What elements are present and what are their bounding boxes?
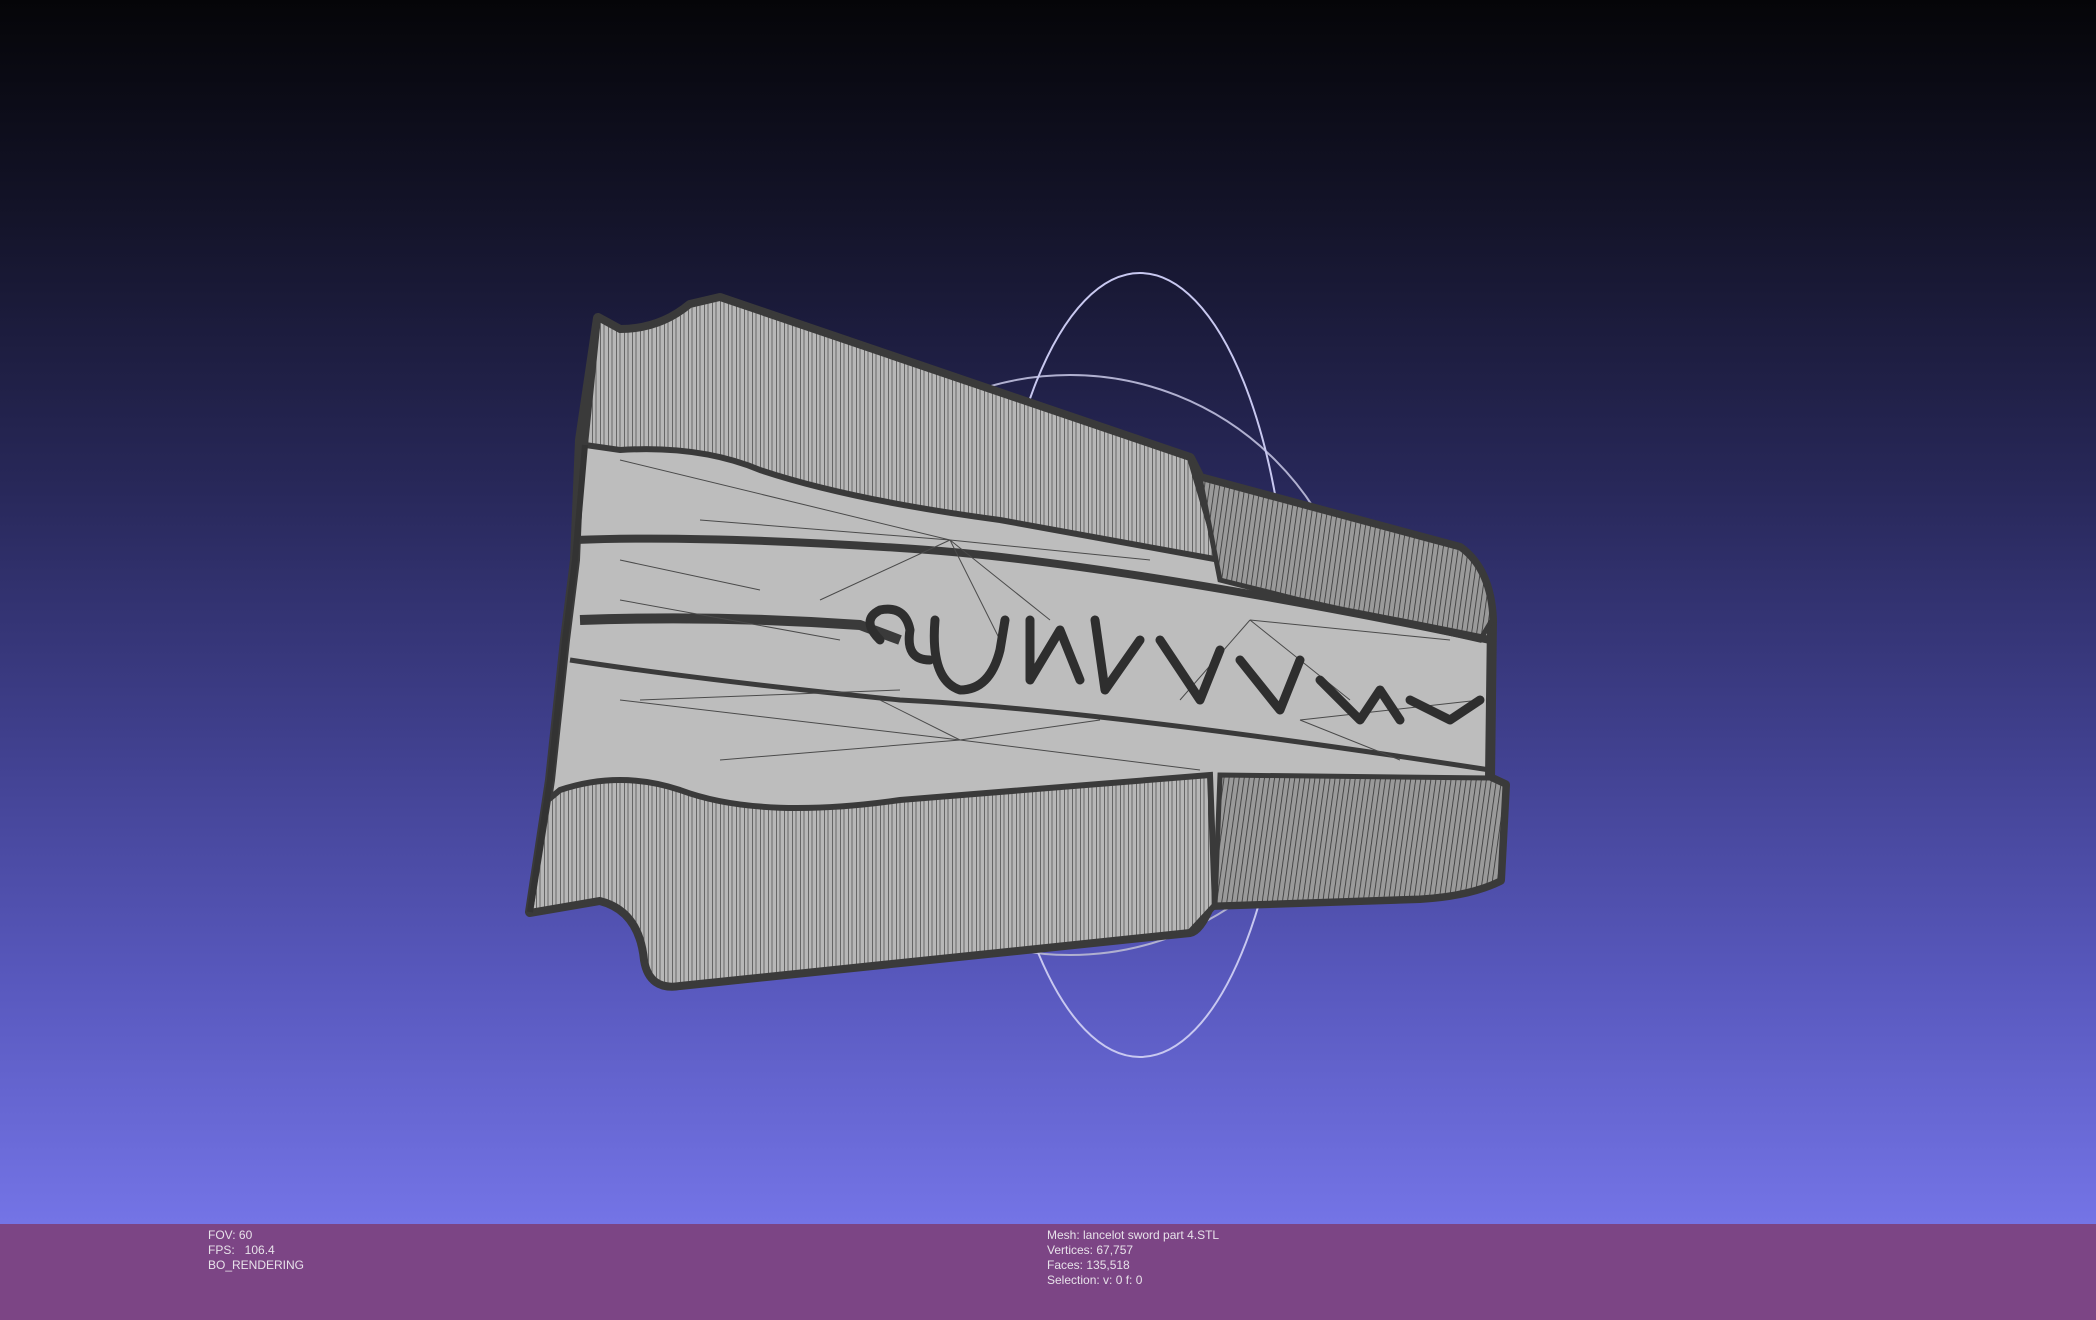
- 3d-viewport[interactable]: [0, 0, 2096, 1224]
- render-mode-label: BO_RENDERING: [208, 1258, 305, 1272]
- status-info-bar: FOV: 60 FPS: 106.4 BO_RENDERING Mesh: la…: [0, 1224, 2096, 1320]
- faces-label: Faces: 135,518: [1047, 1258, 1130, 1272]
- mesh-name-label: Mesh: lancelot sword part 4.STL: [1047, 1228, 1220, 1242]
- mesh-scene[interactable]: [0, 0, 2096, 1224]
- mesh-bottom-band: [526, 771, 1219, 989]
- vertices-label: Vertices: 67,757: [1047, 1243, 1134, 1257]
- selection-label: Selection: v: 0 f: 0: [1047, 1273, 1143, 1287]
- fps-label: FPS: 106.4: [208, 1243, 275, 1257]
- fov-label: FOV: 60: [208, 1228, 253, 1242]
- mesh-bottom-right-band: [1212, 772, 1508, 908]
- mesh-info: Mesh: lancelot sword part 4.STL Vertices…: [1047, 1228, 1219, 1288]
- render-info: FOV: 60 FPS: 106.4 BO_RENDERING: [208, 1228, 304, 1273]
- mesh-model[interactable]: [525, 293, 1510, 991]
